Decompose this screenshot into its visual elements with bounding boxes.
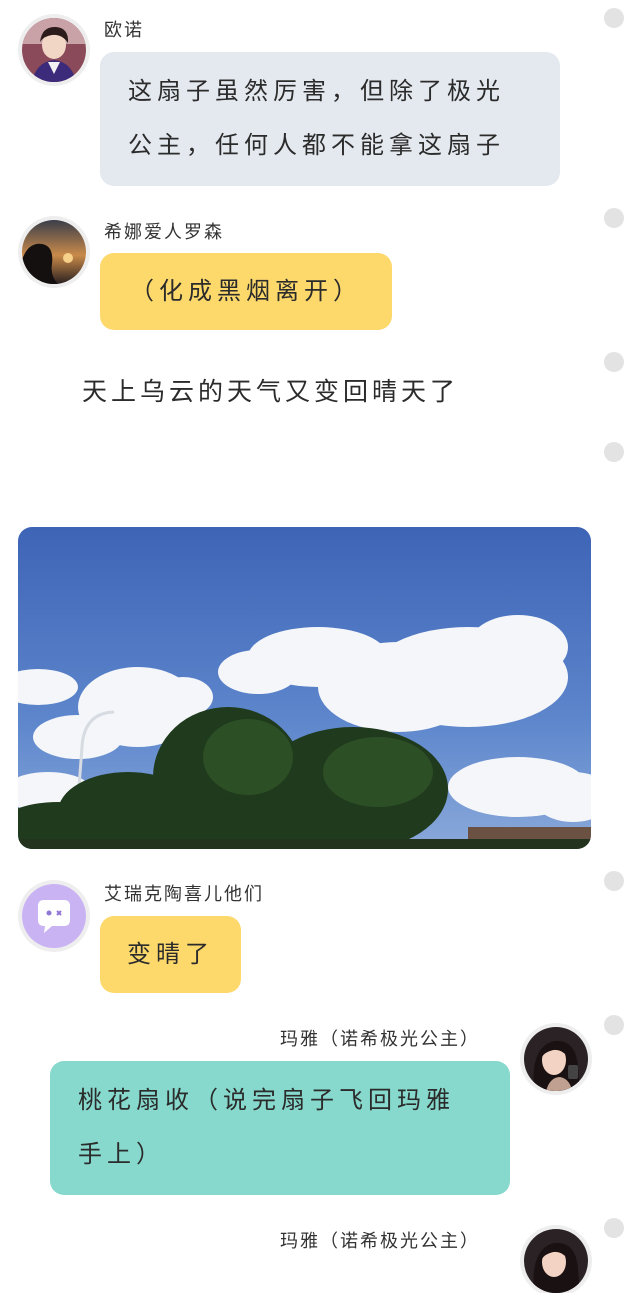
girl-portrait-icon (524, 1229, 588, 1293)
message-line: 公主，任何人都不能拿这扇子 (128, 131, 505, 159)
message-select-dot[interactable] (604, 8, 624, 28)
sender-name: 玛雅（诺希极光公主） (280, 1029, 480, 1050)
message-select-dot[interactable] (604, 352, 624, 372)
message-line: 桃花扇收（说完扇子飞回玛雅 (78, 1086, 455, 1114)
message-bubble[interactable]: （化成黑烟离开） (100, 253, 392, 330)
narration-text: 天上乌云的天气又变回晴天了 (82, 377, 460, 406)
chat-bubble-face-icon (22, 884, 86, 948)
girl-portrait-icon (524, 1027, 588, 1091)
message-bubble[interactable]: 变晴了 (100, 916, 241, 993)
silhouette-portrait-icon (22, 220, 86, 284)
avatar[interactable] (22, 220, 86, 284)
message-select-dot[interactable] (604, 208, 624, 228)
avatar[interactable] (22, 884, 86, 948)
avatar[interactable] (524, 1229, 588, 1293)
sky-clouds-trees-photo[interactable] (18, 527, 591, 849)
sender-name: 希娜爱人罗森 (104, 222, 224, 243)
avatar[interactable] (524, 1027, 588, 1091)
message-bubble[interactable]: 桃花扇收（说完扇子飞回玛雅 手上） (50, 1061, 510, 1195)
message-select-dot[interactable] (604, 871, 624, 891)
message-select-dot[interactable] (604, 442, 624, 462)
sender-name: 玛雅（诺希极光公主） (280, 1231, 480, 1252)
boy-portrait-icon (22, 18, 86, 82)
sender-name: 艾瑞克陶喜儿他们 (104, 884, 264, 905)
message-line: 手上） (78, 1140, 165, 1168)
avatar[interactable] (22, 18, 86, 82)
message-text: （化成黑烟离开） (130, 277, 362, 305)
message-select-dot[interactable] (604, 1218, 624, 1238)
message-text: 变晴了 (127, 940, 214, 968)
sender-name: 欧诺 (104, 20, 144, 41)
message-bubble[interactable]: 这扇子虽然厉害，但除了极光 公主，任何人都不能拿这扇子 (100, 52, 560, 186)
message-line: 这扇子虽然厉害，但除了极光 (128, 77, 505, 105)
message-select-dot[interactable] (604, 1015, 624, 1035)
